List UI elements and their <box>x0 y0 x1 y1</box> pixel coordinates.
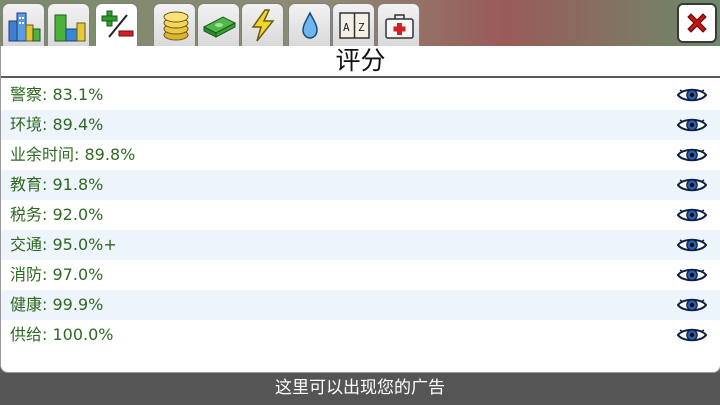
rating-row: 健康: 99.9% <box>1 290 720 320</box>
tab-power[interactable] <box>241 3 284 46</box>
water-drop-icon <box>302 11 318 39</box>
rating-label: 健康: 99.9% <box>10 290 103 320</box>
tab-loans[interactable] <box>197 3 240 46</box>
rating-separator: : <box>42 175 53 194</box>
rating-row: 交通: 95.0%+ <box>1 230 720 260</box>
close-button[interactable] <box>677 3 717 43</box>
rating-label: 业余时间: 89.8% <box>10 140 135 170</box>
rating-value: 95.0%+ <box>52 235 117 254</box>
rating-separator: : <box>42 115 53 134</box>
rating-name: 税务 <box>10 205 43 224</box>
rating-separator: : <box>42 235 53 254</box>
tab-water[interactable] <box>288 3 331 46</box>
rating-value: 99.9% <box>52 295 104 314</box>
rating-row: 消防: 97.0% <box>1 260 720 290</box>
rating-row: 税务: 92.0% <box>1 200 720 230</box>
first-aid-kit-icon <box>385 14 414 39</box>
rating-value: 89.8% <box>84 145 136 164</box>
rating-separator: : <box>42 295 53 314</box>
rating-value: 100.0% <box>52 325 114 344</box>
rating-name: 消防 <box>10 265 43 284</box>
tab-dictionary[interactable]: A Z <box>332 3 375 46</box>
rating-row: 业余时间: 89.8% <box>1 140 720 170</box>
svg-text:Z: Z <box>358 21 365 34</box>
rating-value: 91.8% <box>52 175 104 194</box>
rating-row: 供给: 100.0% <box>1 320 720 350</box>
rating-separator: : <box>42 205 53 224</box>
eye-icon[interactable] <box>676 296 708 314</box>
rating-row: 教育: 91.8% <box>1 170 720 200</box>
rating-separator: : <box>42 85 53 104</box>
eye-icon[interactable] <box>676 266 708 284</box>
rating-name: 教育 <box>10 175 43 194</box>
tab-budget[interactable] <box>153 3 196 46</box>
rating-label: 供给: 100.0% <box>10 320 114 350</box>
dictionary-book-icon: A Z <box>339 12 370 39</box>
lightning-icon <box>251 9 275 42</box>
eye-icon[interactable] <box>676 116 708 134</box>
eye-icon[interactable] <box>676 176 708 194</box>
rating-label: 税务: 92.0% <box>10 200 103 230</box>
tab-city-overview[interactable] <box>2 3 45 46</box>
rating-name: 供给 <box>10 325 43 344</box>
panel-title: 评分 <box>1 46 720 78</box>
eye-icon[interactable] <box>676 206 708 224</box>
svg-text:A: A <box>343 21 350 34</box>
eye-icon[interactable] <box>676 146 708 164</box>
rating-row: 警察: 83.1% <box>1 80 720 110</box>
rating-name: 健康 <box>10 295 43 314</box>
rating-value: 92.0% <box>52 205 104 224</box>
banknotes-icon <box>203 16 236 38</box>
coins-icon <box>163 11 189 41</box>
rating-label: 警察: 83.1% <box>10 80 103 110</box>
rating-separator: : <box>42 325 53 344</box>
rating-label: 交通: 95.0%+ <box>10 230 117 260</box>
city-skyline-icon <box>8 12 41 42</box>
rating-value: 83.1% <box>52 85 104 104</box>
zoning-blocks-icon <box>54 14 86 42</box>
eye-icon[interactable] <box>676 236 708 254</box>
rating-label: 消防: 97.0% <box>10 260 103 290</box>
ad-banner[interactable]: 这里可以出现您的广告 <box>0 373 720 405</box>
rating-name: 环境 <box>10 115 43 134</box>
eye-icon[interactable] <box>676 326 708 344</box>
tab-ratings[interactable] <box>95 3 138 46</box>
rating-name: 业余时间 <box>10 145 75 164</box>
eye-icon[interactable] <box>676 86 708 104</box>
tab-health[interactable] <box>377 3 420 46</box>
rating-name: 交通 <box>10 235 43 254</box>
rating-separator: : <box>74 145 85 164</box>
tab-zoning[interactable] <box>47 3 90 46</box>
rating-value: 89.4% <box>52 115 104 134</box>
rating-separator: : <box>42 265 53 284</box>
plus-minus-icon <box>101 10 134 38</box>
close-icon <box>687 13 707 33</box>
rating-label: 环境: 89.4% <box>10 110 103 140</box>
rating-name: 警察 <box>10 85 43 104</box>
ratings-panel: 评分 警察: 83.1% 环境: 89.4% 业余时间: 89.8% 教育: 91.8… <box>0 46 720 373</box>
rating-row: 环境: 89.4% <box>1 110 720 140</box>
tool-tab-bar: A Z <box>0 0 720 46</box>
rating-list: 警察: 83.1% 环境: 89.4% 业余时间: 89.8% 教育: 91.8% 税务… <box>1 80 720 350</box>
rating-value: 97.0% <box>52 265 104 284</box>
rating-label: 教育: 91.8% <box>10 170 103 200</box>
